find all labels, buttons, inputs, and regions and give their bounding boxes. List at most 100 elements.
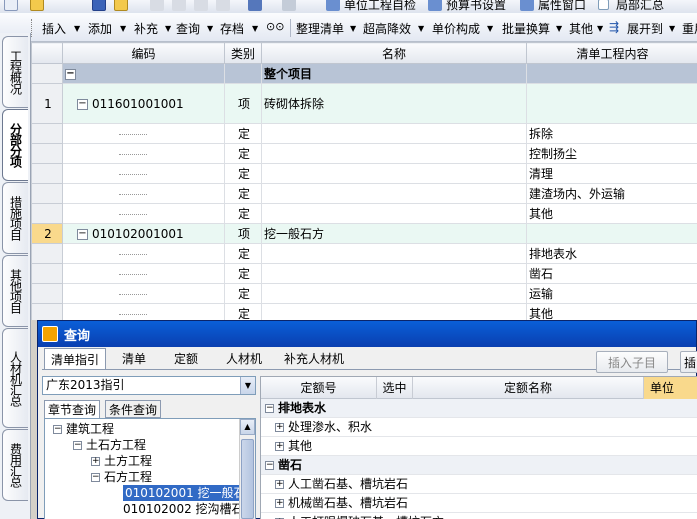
result-group-row[interactable]: − 排地表水 <box>261 399 697 418</box>
save-icon[interactable] <box>92 0 106 11</box>
scroll-up-icon[interactable]: ▲ <box>240 419 255 435</box>
type-cell[interactable]: 定 <box>224 263 262 284</box>
reuse-button[interactable]: 重用 <box>682 20 697 37</box>
content-cell[interactable]: 建渣场内、外运输 <box>526 183 697 204</box>
row-number[interactable] <box>31 123 63 144</box>
expand-icon[interactable]: + <box>275 442 284 451</box>
expand-icon[interactable]: ⇶ <box>609 20 619 34</box>
name-cell[interactable]: 整个项目 <box>261 63 527 84</box>
tab-subitems[interactable]: 分部分项 <box>2 109 28 181</box>
type-cell[interactable] <box>224 63 262 84</box>
row-number[interactable] <box>31 303 63 320</box>
content-cell[interactable]: 凿石 <box>526 263 697 284</box>
tree-node[interactable]: − 土石方工程 <box>73 437 146 453</box>
supplement-button[interactable]: 补充 <box>134 20 158 37</box>
row-number[interactable] <box>31 163 63 184</box>
super-height-dropdown-icon[interactable]: ▼ <box>418 24 424 33</box>
corner-cell[interactable] <box>31 42 63 64</box>
type-cell[interactable]: 定 <box>224 283 262 304</box>
tree-node[interactable]: − 石方工程 <box>91 469 152 485</box>
code-cell[interactable] <box>62 163 225 184</box>
batch-convert-dropdown-icon[interactable]: ▼ <box>556 24 562 33</box>
other-button[interactable]: 其他 <box>569 20 593 37</box>
expand-icon[interactable]: + <box>275 423 284 432</box>
content-cell[interactable]: 其他 <box>526 303 697 320</box>
row-number[interactable] <box>31 183 63 204</box>
content-cell[interactable]: 运输 <box>526 283 697 304</box>
delete-icon[interactable] <box>216 0 230 11</box>
row-number[interactable]: 1 <box>31 83 63 124</box>
table-row[interactable]: 定 排地表水 <box>31 243 697 264</box>
type-cell[interactable]: 项 <box>224 223 262 244</box>
code-cell[interactable] <box>62 143 225 164</box>
name-cell[interactable] <box>261 283 527 304</box>
name-cell[interactable] <box>261 123 527 144</box>
tab-supplement-labor-material[interactable]: 补充人材机 <box>278 348 350 369</box>
code-cell[interactable] <box>62 243 225 264</box>
collapse-icon[interactable]: − <box>65 68 76 80</box>
type-cell[interactable]: 定 <box>224 183 262 204</box>
code-cell[interactable] <box>62 303 225 320</box>
content-cell[interactable] <box>526 63 697 84</box>
expand-to-button[interactable]: 展开到 <box>627 20 663 37</box>
add-button[interactable]: 添加 <box>88 20 112 37</box>
col-header-quota-name[interactable]: 定额名称 <box>413 377 644 399</box>
tree-scrollbar[interactable]: ▲ <box>239 419 255 519</box>
code-cell[interactable]: −011601001001 <box>62 83 225 124</box>
insert-child-button[interactable]: 插入子目 <box>596 351 668 373</box>
budget-settings-icon[interactable] <box>428 0 442 11</box>
tab-labor-material-summary[interactable]: 人材机汇总 <box>2 328 28 428</box>
archive-dropdown-icon[interactable]: ▼ <box>252 24 258 33</box>
archive-button[interactable]: 存档 <box>220 20 244 37</box>
code-cell[interactable] <box>62 283 225 304</box>
collapse-icon[interactable]: − <box>53 425 62 434</box>
code-cell[interactable] <box>62 263 225 284</box>
code-cell[interactable] <box>62 203 225 224</box>
table-row[interactable]: − 整个项目 <box>31 63 697 84</box>
collapse-icon[interactable]: − <box>77 98 88 110</box>
table-row[interactable]: 定 凿石 <box>31 263 697 284</box>
unit-price-composition-button[interactable]: 单价构成 <box>432 20 480 37</box>
row-number[interactable] <box>31 143 63 164</box>
tab-labor-material[interactable]: 人材机 <box>220 348 268 369</box>
tab-quota[interactable]: 定额 <box>168 348 204 369</box>
insert-dropdown-icon[interactable]: ▼ <box>74 24 80 33</box>
super-height-button[interactable]: 超高降效 <box>363 20 411 37</box>
content-cell[interactable]: 排地表水 <box>526 243 697 264</box>
tab-other-items[interactable]: 其他项目 <box>2 255 28 327</box>
copy-icon[interactable] <box>172 0 186 11</box>
row-number[interactable] <box>31 203 63 224</box>
col-header-content[interactable]: 清单工程内容 <box>526 42 697 64</box>
name-cell[interactable] <box>261 203 527 224</box>
name-cell[interactable] <box>261 263 527 284</box>
insert-button[interactable]: 插入 <box>42 20 66 37</box>
tab-list-guide[interactable]: 清单指引 <box>44 348 107 369</box>
other-dropdown-icon[interactable]: ▼ <box>597 24 603 33</box>
name-cell[interactable] <box>261 243 527 264</box>
budget-settings-button[interactable]: 预算书设置 <box>446 0 506 13</box>
table-row[interactable]: 1−011601001001 项砖砌体拆除 <box>31 83 697 124</box>
expand-to-dropdown-icon[interactable]: ▼ <box>669 24 675 33</box>
row-number[interactable]: 2 <box>31 223 63 244</box>
result-group-row[interactable]: − 凿石 <box>261 456 697 475</box>
name-cell[interactable]: 挖一般石方 <box>261 223 527 244</box>
chevron-down-icon[interactable]: ▼ <box>240 377 255 394</box>
property-window-icon[interactable] <box>520 0 534 11</box>
expand-icon[interactable]: + <box>91 457 100 466</box>
type-cell[interactable]: 定 <box>224 143 262 164</box>
insert-button-dialog[interactable]: 插 <box>680 351 697 373</box>
binoculars-icon[interactable]: ⊙⊙ <box>266 20 284 33</box>
table-row[interactable]: 定 拆除 <box>31 123 697 144</box>
table-row[interactable]: 定 运输 <box>31 283 697 304</box>
name-cell[interactable]: 砖砌体拆除 <box>261 83 527 124</box>
content-cell[interactable]: 其他 <box>526 203 697 224</box>
expand-icon[interactable]: + <box>275 499 284 508</box>
code-cell[interactable]: −010102001001 <box>62 223 225 244</box>
tab-project-overview[interactable]: 工程概况 <box>2 36 28 108</box>
content-cell[interactable]: 清理 <box>526 163 697 184</box>
row-number[interactable] <box>31 243 63 264</box>
collapse-icon[interactable]: − <box>265 404 274 413</box>
table-row[interactable]: 定 控制扬尘 <box>31 143 697 164</box>
toolbar-grip[interactable] <box>31 19 34 37</box>
supplement-dropdown-icon[interactable]: ▼ <box>165 24 171 33</box>
